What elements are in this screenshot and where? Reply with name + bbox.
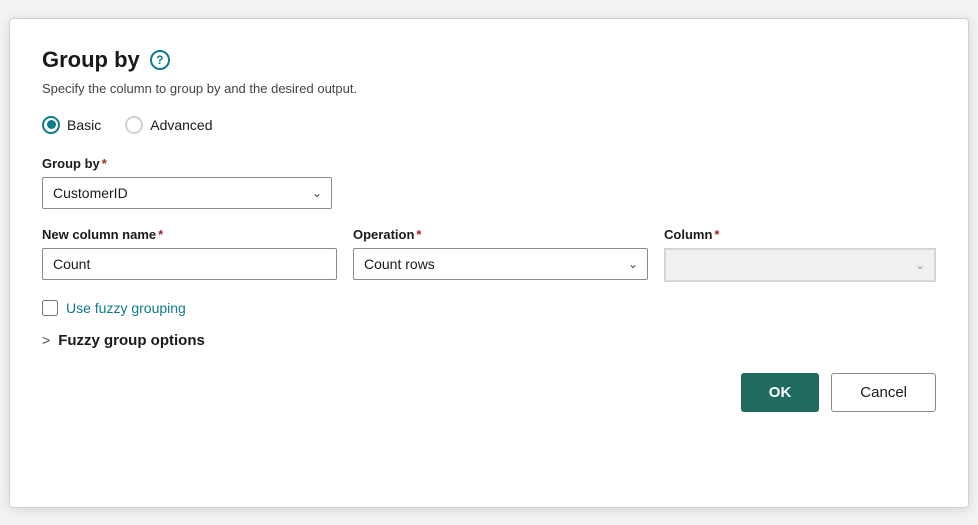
fuzzy-options-row[interactable]: > Fuzzy group options: [42, 332, 936, 349]
group-by-select-wrapper: CustomerID OrderID ProductID ⌄: [42, 177, 332, 209]
advanced-radio-option[interactable]: Advanced: [125, 116, 212, 134]
fuzzy-options-chevron-icon[interactable]: >: [42, 332, 50, 348]
fuzzy-grouping-label[interactable]: Use fuzzy grouping: [66, 300, 186, 316]
new-column-required: *: [158, 227, 163, 242]
advanced-radio-circle[interactable]: [125, 116, 143, 134]
operation-section: Operation* Count rows Sum Average Min Ma…: [353, 227, 648, 280]
basic-radio-circle[interactable]: [42, 116, 60, 134]
cancel-button[interactable]: Cancel: [831, 373, 936, 412]
operation-select-wrapper: Count rows Sum Average Min Max ⌄: [353, 248, 648, 280]
operation-select[interactable]: Count rows Sum Average Min Max: [353, 248, 648, 280]
group-by-field-section: Group by* CustomerID OrderID ProductID ⌄: [42, 156, 936, 209]
column-section: Column* ⌄: [664, 227, 936, 282]
fuzzy-grouping-row: Use fuzzy grouping: [42, 300, 936, 316]
fuzzy-options-label: Fuzzy group options: [58, 332, 205, 349]
group-by-required: *: [102, 156, 107, 171]
new-column-label: New column name*: [42, 227, 337, 242]
dialog-title-row: Group by ?: [42, 47, 936, 73]
ok-button[interactable]: OK: [741, 373, 820, 412]
new-column-name-input[interactable]: [42, 248, 337, 280]
group-by-select[interactable]: CustomerID OrderID ProductID: [42, 177, 332, 209]
dialog-title: Group by: [42, 47, 140, 73]
mode-radio-group: Basic Advanced: [42, 116, 936, 134]
column-label: Column*: [664, 227, 936, 242]
column-select-wrapper: ⌄: [664, 248, 936, 282]
operation-label: Operation*: [353, 227, 648, 242]
fuzzy-grouping-checkbox[interactable]: [42, 300, 58, 316]
help-icon[interactable]: ?: [150, 50, 170, 70]
basic-radio-label: Basic: [67, 117, 101, 133]
column-required: *: [714, 227, 719, 242]
operation-required: *: [416, 227, 421, 242]
dialog-subtitle: Specify the column to group by and the d…: [42, 81, 936, 96]
advanced-radio-label: Advanced: [150, 117, 212, 133]
columns-row: New column name* Operation* Count rows S…: [42, 227, 936, 282]
group-by-label: Group by*: [42, 156, 936, 171]
dialog-footer: OK Cancel: [42, 373, 936, 412]
column-select[interactable]: [665, 249, 935, 281]
group-by-dialog: Group by ? Specify the column to group b…: [9, 18, 969, 508]
new-column-name-section: New column name*: [42, 227, 337, 280]
basic-radio-option[interactable]: Basic: [42, 116, 101, 134]
